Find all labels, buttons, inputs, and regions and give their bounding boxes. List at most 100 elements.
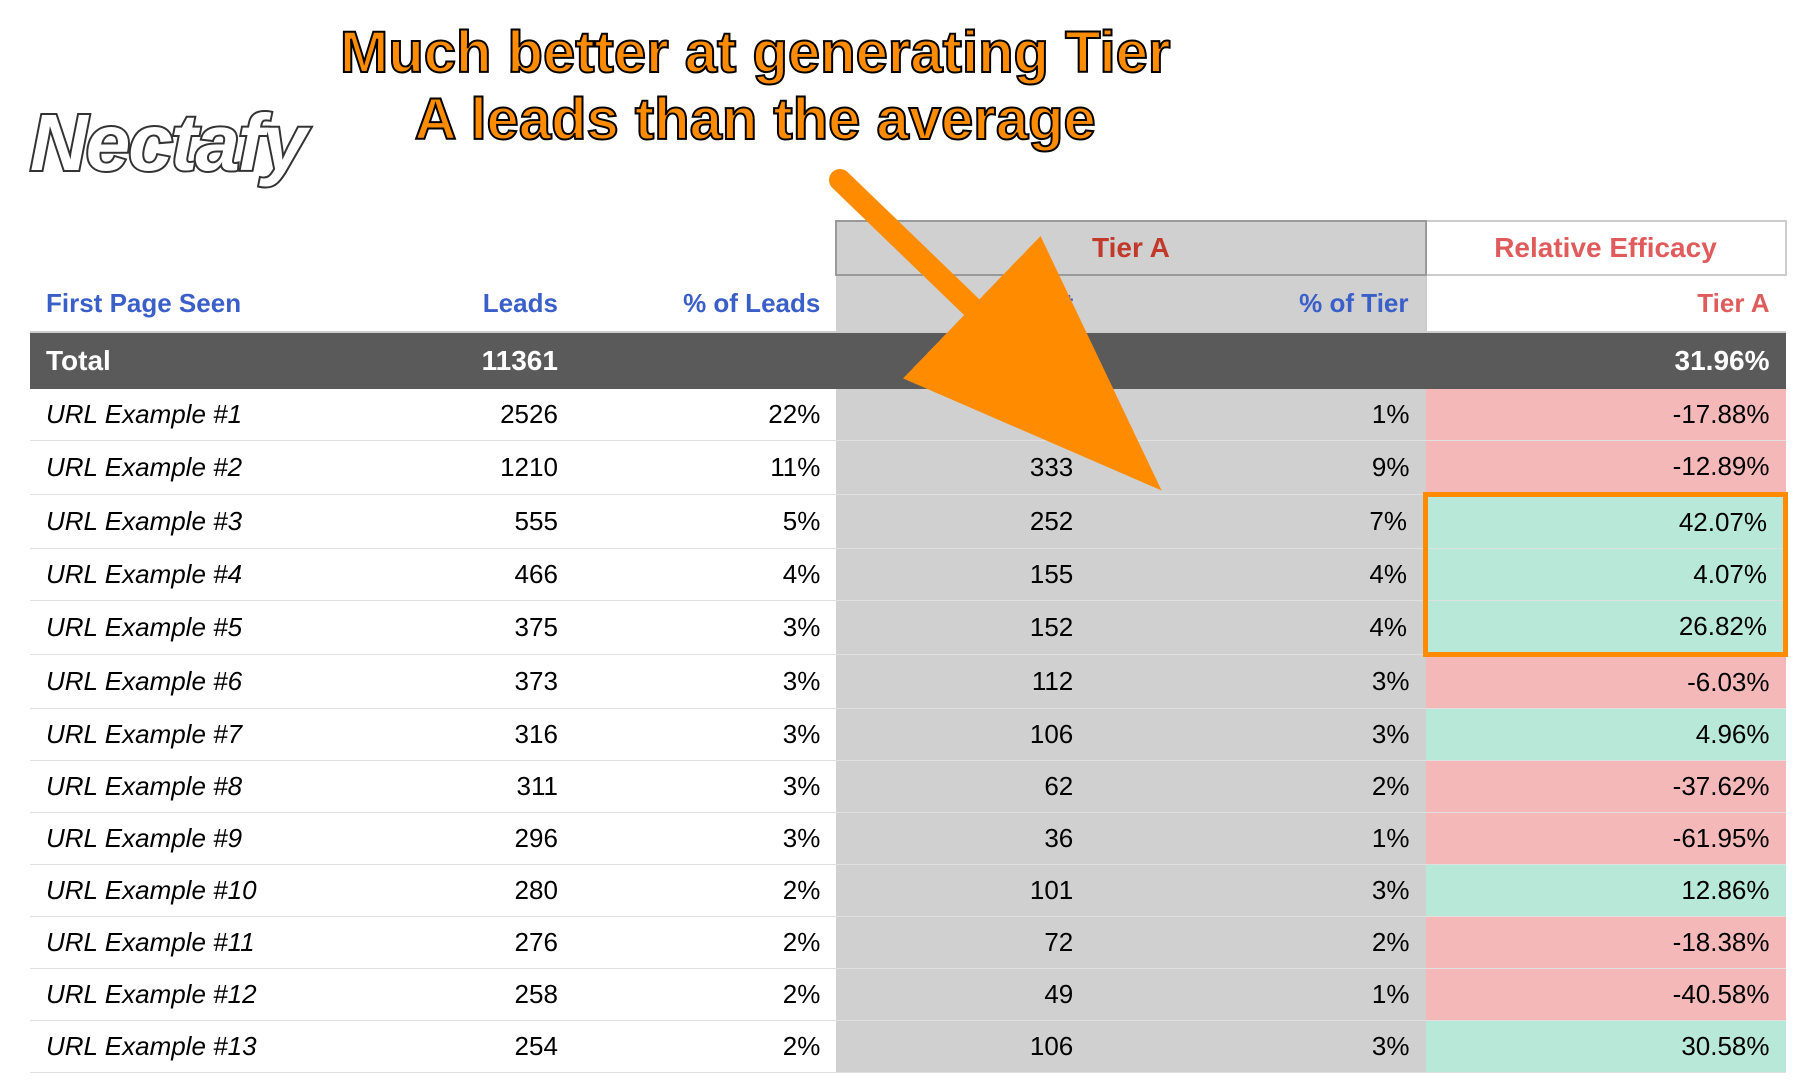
row-leads: 296 bbox=[406, 813, 574, 865]
logo: Nectafy bbox=[20, 80, 320, 195]
row-page: URL Example #8 bbox=[30, 761, 406, 813]
row-rel-efficacy: -6.03% bbox=[1426, 655, 1786, 709]
row-leads: 1210 bbox=[406, 441, 574, 495]
row-pct-leads: 3% bbox=[574, 761, 836, 813]
row-count: 62 bbox=[836, 761, 1089, 813]
col-tier-a-eff: Tier A bbox=[1426, 275, 1786, 332]
row-rel-efficacy: 4.96% bbox=[1426, 709, 1786, 761]
row-pct-tier: 2% bbox=[1089, 761, 1425, 813]
tier-a-group-header: Tier A bbox=[836, 221, 1425, 275]
row-pct-tier: 4% bbox=[1089, 549, 1425, 601]
table-body: Total 11361 3631 31.96% URL Example #1 2… bbox=[30, 332, 1786, 1073]
table-row: URL Example #4 466 4% 155 4% 4.07% bbox=[30, 549, 1786, 601]
row-pct-tier: 3% bbox=[1089, 655, 1425, 709]
row-leads: 311 bbox=[406, 761, 574, 813]
table-row: URL Example #9 296 3% 36 1% -61.95% bbox=[30, 813, 1786, 865]
col-leads: Leads bbox=[406, 275, 574, 332]
empty-group-header bbox=[30, 221, 836, 275]
total-row: Total 11361 3631 31.96% bbox=[30, 332, 1786, 389]
table-row: URL Example #1 2526 22% 663 1% -17.88% bbox=[30, 389, 1786, 441]
row-pct-tier: 2% bbox=[1089, 917, 1425, 969]
row-pct-leads: 11% bbox=[574, 441, 836, 495]
row-page: URL Example #2 bbox=[30, 441, 406, 495]
row-page: URL Example #7 bbox=[30, 709, 406, 761]
row-pct-tier: 4% bbox=[1089, 601, 1425, 655]
row-leads: 2526 bbox=[406, 389, 574, 441]
row-pct-tier: 7% bbox=[1089, 495, 1425, 549]
row-rel-efficacy: 12.86% bbox=[1426, 865, 1786, 917]
row-pct-tier: 1% bbox=[1089, 389, 1425, 441]
total-count: 3631 bbox=[836, 332, 1089, 389]
total-leads: 11361 bbox=[406, 332, 574, 389]
row-count: 333 bbox=[836, 441, 1089, 495]
row-count: 49 bbox=[836, 969, 1089, 1021]
row-pct-leads: 2% bbox=[574, 1021, 836, 1073]
svg-text:Nectafy: Nectafy bbox=[30, 98, 311, 187]
row-leads: 276 bbox=[406, 917, 574, 969]
row-pct-tier: 9% bbox=[1089, 441, 1425, 495]
row-page: URL Example #3 bbox=[30, 495, 406, 549]
row-count: 252 bbox=[836, 495, 1089, 549]
row-pct-leads: 4% bbox=[574, 549, 836, 601]
table-row: URL Example #8 311 3% 62 2% -37.62% bbox=[30, 761, 1786, 813]
row-pct-tier: 1% bbox=[1089, 813, 1425, 865]
row-count: 72 bbox=[836, 917, 1089, 969]
total-pct-tier bbox=[1089, 332, 1425, 389]
data-table: Tier A Relative Efficacy First Page Seen… bbox=[30, 220, 1788, 1073]
total-label: Total bbox=[30, 332, 406, 389]
row-pct-leads: 3% bbox=[574, 813, 836, 865]
row-page: URL Example #13 bbox=[30, 1021, 406, 1073]
row-leads: 280 bbox=[406, 865, 574, 917]
row-page: URL Example #4 bbox=[30, 549, 406, 601]
row-rel-efficacy: -17.88% bbox=[1426, 389, 1786, 441]
row-count: 36 bbox=[836, 813, 1089, 865]
row-leads: 375 bbox=[406, 601, 574, 655]
row-pct-leads: 22% bbox=[574, 389, 836, 441]
col-pct-leads: % of Leads bbox=[574, 275, 836, 332]
row-page: URL Example #9 bbox=[30, 813, 406, 865]
table-row: URL Example #2 1210 11% 333 9% -12.89% bbox=[30, 441, 1786, 495]
col-first-page: First Page Seen bbox=[30, 275, 406, 332]
table-row: URL Example #3 555 5% 252 7% 42.07% bbox=[30, 495, 1786, 549]
row-page: URL Example #1 bbox=[30, 389, 406, 441]
row-count: 155 bbox=[836, 549, 1089, 601]
row-leads: 258 bbox=[406, 969, 574, 1021]
table-row: URL Example #5 375 3% 152 4% 26.82% bbox=[30, 601, 1786, 655]
row-count: 112 bbox=[836, 655, 1089, 709]
row-rel-efficacy: -18.38% bbox=[1426, 917, 1786, 969]
col-count: Count bbox=[836, 275, 1089, 332]
row-page: URL Example #6 bbox=[30, 655, 406, 709]
data-table-container: Tier A Relative Efficacy First Page Seen… bbox=[30, 220, 1788, 1073]
row-leads: 254 bbox=[406, 1021, 574, 1073]
row-leads: 555 bbox=[406, 495, 574, 549]
row-rel-efficacy: 26.82% bbox=[1426, 601, 1786, 655]
row-rel-efficacy: -37.62% bbox=[1426, 761, 1786, 813]
row-pct-tier: 3% bbox=[1089, 865, 1425, 917]
row-count: 152 bbox=[836, 601, 1089, 655]
row-pct-tier: 3% bbox=[1089, 709, 1425, 761]
group-header-row: Tier A Relative Efficacy bbox=[30, 221, 1786, 275]
row-count: 106 bbox=[836, 709, 1089, 761]
row-pct-leads: 2% bbox=[574, 865, 836, 917]
row-pct-leads: 2% bbox=[574, 969, 836, 1021]
col-pct-tier: % of Tier bbox=[1089, 275, 1425, 332]
row-rel-efficacy: -40.58% bbox=[1426, 969, 1786, 1021]
row-leads: 466 bbox=[406, 549, 574, 601]
row-rel-efficacy: 4.07% bbox=[1426, 549, 1786, 601]
row-leads: 373 bbox=[406, 655, 574, 709]
row-pct-leads: 2% bbox=[574, 917, 836, 969]
relative-efficacy-group-header: Relative Efficacy bbox=[1426, 221, 1786, 275]
row-leads: 316 bbox=[406, 709, 574, 761]
annotation-line1: Much better at generating Tier bbox=[340, 20, 1170, 87]
annotation: Much better at generating Tier A leads t… bbox=[340, 20, 1170, 153]
annotation-line2: A leads than the average bbox=[340, 87, 1170, 154]
table-row: URL Example #6 373 3% 112 3% -6.03% bbox=[30, 655, 1786, 709]
total-pct-leads bbox=[574, 332, 836, 389]
row-page: URL Example #5 bbox=[30, 601, 406, 655]
row-rel-efficacy: 42.07% bbox=[1426, 495, 1786, 549]
row-page: URL Example #10 bbox=[30, 865, 406, 917]
row-pct-leads: 3% bbox=[574, 709, 836, 761]
page-wrapper: Nectafy Much better at generating Tier A… bbox=[0, 0, 1818, 1080]
table-row: URL Example #12 258 2% 49 1% -40.58% bbox=[30, 969, 1786, 1021]
row-pct-leads: 3% bbox=[574, 601, 836, 655]
